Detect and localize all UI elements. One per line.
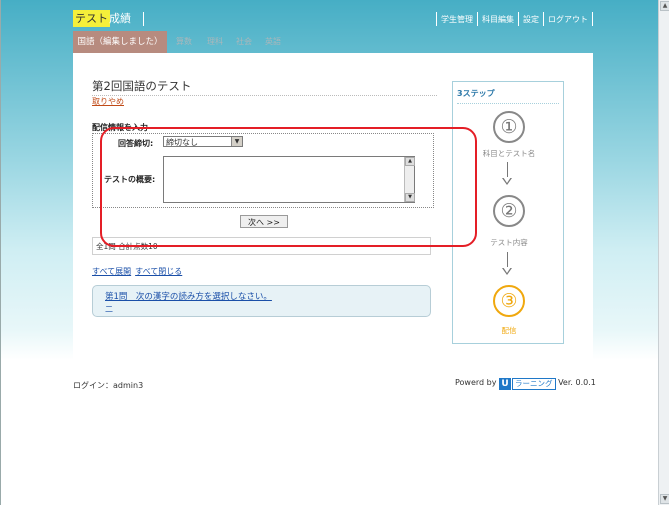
subject-tab-science[interactable]: 理科: [207, 31, 223, 53]
step-sidebar: 3ステップ ① 科目とテスト名 ② テスト内容 ③ 配信: [452, 81, 564, 344]
scroll-up-icon[interactable]: ▲: [660, 1, 669, 11]
subject-tab-social[interactable]: 社会: [236, 31, 252, 53]
chevron-down-icon[interactable]: ▼: [231, 137, 242, 146]
tab-test[interactable]: テスト: [73, 10, 110, 27]
powered-by-text: Powerd by: [455, 378, 497, 387]
account-nav: 学生管理 科目編集 設定 ログアウト: [436, 12, 593, 26]
collapse-all-link[interactable]: すべて閉じる: [135, 267, 182, 276]
tab-grades[interactable]: 成績: [109, 10, 131, 25]
nav-divider: [592, 12, 593, 26]
nav-settings[interactable]: 設定: [519, 15, 543, 24]
logo-text: ラーニング: [512, 377, 556, 390]
nav-logout[interactable]: ログアウト: [544, 15, 592, 24]
step-3-label: 配信: [501, 326, 517, 335]
step-3-icon: ③: [493, 285, 525, 317]
nav-student-management[interactable]: 学生管理: [437, 15, 477, 24]
step-2-label: テスト内容: [490, 238, 528, 247]
scroll-down-icon[interactable]: ▼: [660, 494, 669, 504]
nav-subject-edit[interactable]: 科目編集: [478, 15, 518, 24]
next-button[interactable]: 次へ >>: [240, 215, 288, 228]
page-scrollbar[interactable]: ▲ ▼: [658, 0, 669, 505]
deadline-select[interactable]: 締切なし ▼: [163, 136, 243, 147]
nav-divider: [143, 12, 144, 26]
textarea-scrollbar[interactable]: ▲ ▼: [404, 157, 415, 202]
step-1-icon: ①: [493, 111, 525, 143]
question-title[interactable]: 第1問 次の漢字の読み方を選択しなさい。: [105, 290, 272, 302]
step-1-label: 科目とテスト名: [482, 149, 536, 158]
deadline-label: 回答締切:: [118, 139, 154, 148]
subject-tab-english[interactable]: 英語: [265, 31, 281, 53]
expand-all-link[interactable]: すべて展開: [92, 267, 131, 276]
subject-tab-math[interactable]: 算数: [176, 31, 192, 53]
summary-textarea[interactable]: ▲ ▼: [163, 156, 415, 203]
top-nav: テスト 成績 学生管理 科目編集 設定 ログアウト: [73, 10, 593, 28]
expand-controls: すべて展開 すべて閉じる: [92, 266, 186, 277]
version-text: Ver. 0.0.1: [558, 378, 596, 387]
question-item[interactable]: 第1問 次の漢字の読み方を選択しなさい。 二: [92, 285, 431, 317]
cancel-link[interactable]: 取りやめ: [92, 96, 124, 107]
footer-credit: Powerd by U ラーニング Ver. 0.0.1: [455, 376, 596, 390]
summary-label: テストの概要:: [104, 175, 156, 184]
question-sub[interactable]: 二: [105, 304, 113, 315]
logo-u: U: [499, 377, 512, 390]
deadline-select-value: 締切なし: [166, 138, 198, 147]
divider: [457, 103, 559, 104]
step-2-icon: ②: [493, 195, 525, 227]
arrow-head-icon: [502, 177, 512, 185]
steps-title: 3ステップ: [457, 89, 495, 98]
question-count: 全1問 合計点数10: [92, 237, 431, 255]
u-learning-logo: U ラーニング: [499, 377, 556, 390]
subject-tabs: 国語（編集しました） 算数 理科 社会 英語: [73, 31, 593, 53]
arrow-head-icon: [502, 267, 512, 275]
page-title: 第2回国語のテスト: [92, 78, 437, 96]
main-panel: 第2回国語のテスト 取りやめ 配信情報を入力 回答締切: 締切なし ▼ テストの…: [73, 53, 593, 371]
window-edge: [0, 0, 1, 505]
login-info: ログイン：admin3: [73, 381, 144, 390]
section-heading: 配信情報を入力: [92, 123, 148, 132]
scroll-up-icon[interactable]: ▲: [405, 157, 415, 166]
subject-tab-japanese[interactable]: 国語（編集しました）: [73, 31, 167, 53]
scroll-down-icon[interactable]: ▼: [405, 193, 415, 202]
